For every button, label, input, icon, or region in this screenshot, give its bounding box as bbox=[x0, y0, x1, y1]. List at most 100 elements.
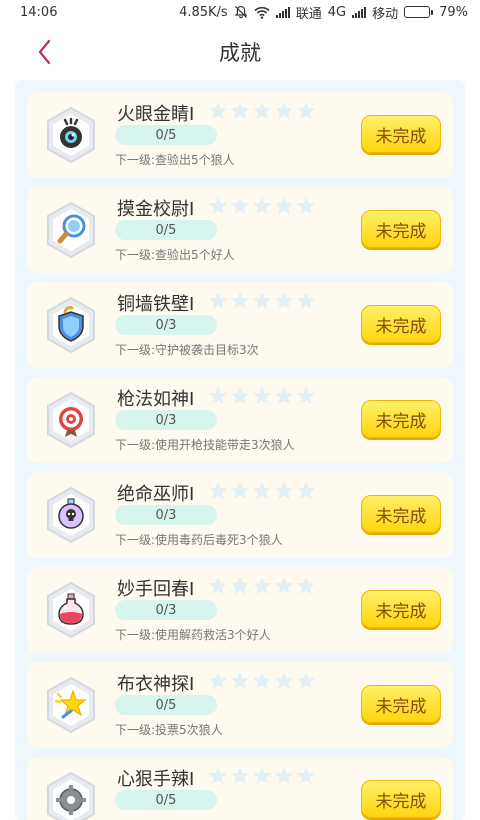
progress-pill: 0/5 bbox=[115, 125, 217, 145]
achievement-badge bbox=[41, 485, 101, 545]
carrier-2: 移动 bbox=[372, 6, 399, 22]
star-icon bbox=[275, 672, 293, 689]
star-icon bbox=[209, 577, 227, 594]
status-button[interactable]: 未完成 bbox=[361, 305, 441, 343]
achievement-badge bbox=[41, 200, 101, 260]
achievement-badge bbox=[41, 770, 101, 820]
star-icon bbox=[253, 577, 271, 594]
next-level-text: 下一级:使用毒药后毒死3个狼人 bbox=[115, 533, 283, 547]
star-icon bbox=[297, 292, 315, 309]
progress-pill: 0/5 bbox=[115, 695, 217, 715]
battery-percent: 79% bbox=[439, 4, 468, 20]
star-icon bbox=[231, 767, 249, 784]
star-rating bbox=[208, 576, 316, 596]
achievement-card[interactable]: 摸金校尉I 0/5 下一级:查验出5个好人 未完成 bbox=[27, 187, 453, 273]
star-icon bbox=[297, 197, 315, 214]
star-rating bbox=[208, 671, 316, 691]
wifi-icon bbox=[254, 6, 270, 19]
back-button[interactable] bbox=[30, 36, 62, 68]
achievement-name: 火眼金睛I bbox=[117, 104, 195, 125]
star-icon bbox=[231, 482, 249, 499]
achievement-name: 绝命巫师I bbox=[117, 484, 195, 505]
achievement-card[interactable]: 心狠手辣I 0/5 未完成 bbox=[27, 757, 453, 820]
network-type: 4G bbox=[327, 4, 347, 20]
star-rating bbox=[208, 196, 316, 216]
potion-bottle-icon bbox=[47, 581, 95, 639]
carrier-1: 联通 bbox=[295, 6, 322, 22]
achievement-card[interactable]: 绝命巫师I 0/3 下一级:使用毒药后毒死3个狼人 未完成 bbox=[27, 472, 453, 558]
page-title: 成就 bbox=[219, 41, 261, 65]
star-icon bbox=[275, 292, 293, 309]
achievement-card[interactable]: 枪法如神I 0/3 下一级:使用开枪技能带走3次狼人 未完成 bbox=[27, 377, 453, 463]
next-level-text: 下一级:使用解药救活3个好人 bbox=[115, 628, 271, 642]
star-icon bbox=[209, 102, 227, 119]
achievement-name: 妙手回春I bbox=[117, 579, 195, 600]
star-icon bbox=[253, 672, 271, 689]
star-rating bbox=[208, 291, 316, 311]
next-level-text: 下一级:守护被袭击目标3次 bbox=[115, 343, 259, 357]
achievement-list[interactable]: 火眼金睛I 0/5 下一级:查验出5个狼人 未完成 摸金校尉I 0/5 下一级:… bbox=[15, 80, 465, 820]
star-icon bbox=[253, 767, 271, 784]
star-icon bbox=[297, 387, 315, 404]
status-button[interactable]: 未完成 bbox=[361, 685, 441, 723]
signal-icon bbox=[352, 6, 367, 18]
target-icon bbox=[47, 391, 95, 449]
star-rating bbox=[208, 101, 316, 121]
nav-bar: 成就 bbox=[0, 24, 480, 80]
star-icon bbox=[209, 292, 227, 309]
achievement-card[interactable]: 铜墙铁壁I 0/3 下一级:守护被袭击目标3次 未完成 bbox=[27, 282, 453, 368]
achievement-card[interactable]: 妙手回春I 0/3 下一级:使用解药救活3个好人 未完成 bbox=[27, 567, 453, 653]
eye-icon bbox=[47, 106, 95, 164]
star-icon bbox=[209, 482, 227, 499]
star-icon bbox=[253, 197, 271, 214]
achievement-card[interactable]: 布衣神探I 0/5 下一级:投票5次狼人 未完成 bbox=[27, 662, 453, 748]
star-icon bbox=[275, 482, 293, 499]
progress-pill: 0/3 bbox=[115, 315, 217, 335]
next-level-text: 下一级:查验出5个好人 bbox=[115, 248, 235, 262]
star-rating bbox=[208, 766, 316, 786]
achievement-badge bbox=[41, 580, 101, 640]
achievement-badge bbox=[41, 675, 101, 735]
star-icon bbox=[275, 102, 293, 119]
status-indicators: 4.85K/s 联通 4G 移动 79% bbox=[179, 3, 468, 22]
network-speed: 4.85K/s bbox=[179, 4, 228, 20]
achievement-badge bbox=[41, 390, 101, 450]
achievement-name: 心狠手辣I bbox=[117, 769, 195, 790]
progress-pill: 0/5 bbox=[115, 790, 217, 810]
status-button[interactable]: 未完成 bbox=[361, 400, 441, 438]
signal-icon bbox=[275, 6, 290, 18]
star-icon bbox=[297, 102, 315, 119]
status-button[interactable]: 未完成 bbox=[361, 780, 441, 818]
mute-bell-icon bbox=[234, 5, 248, 19]
star-rating bbox=[208, 386, 316, 406]
star-icon bbox=[209, 197, 227, 214]
achievement-badge bbox=[41, 295, 101, 355]
star-icon bbox=[253, 482, 271, 499]
star-icon bbox=[253, 102, 271, 119]
progress-pill: 0/3 bbox=[115, 600, 217, 620]
achievement-card[interactable]: 火眼金睛I 0/5 下一级:查验出5个狼人 未完成 bbox=[27, 92, 453, 178]
achievement-name: 布衣神探I bbox=[117, 674, 195, 695]
star-icon bbox=[231, 387, 249, 404]
battery-icon bbox=[404, 6, 434, 18]
status-button[interactable]: 未完成 bbox=[361, 590, 441, 628]
star-icon bbox=[209, 672, 227, 689]
star-rating bbox=[208, 481, 316, 501]
next-level-text: 下一级:查验出5个狼人 bbox=[115, 153, 235, 167]
magnifier-icon bbox=[47, 201, 95, 259]
achievement-name: 摸金校尉I bbox=[117, 199, 195, 220]
star-icon bbox=[47, 676, 95, 734]
back-arrow-icon bbox=[38, 39, 51, 65]
status-button[interactable]: 未完成 bbox=[361, 210, 441, 248]
status-button[interactable]: 未完成 bbox=[361, 115, 441, 153]
star-icon bbox=[275, 387, 293, 404]
star-icon bbox=[275, 197, 293, 214]
status-button[interactable]: 未完成 bbox=[361, 495, 441, 533]
achievement-badge bbox=[41, 105, 101, 165]
star-icon bbox=[231, 577, 249, 594]
status-time: 14:06 bbox=[20, 4, 58, 20]
shield-icon bbox=[47, 296, 95, 354]
poison-bottle-icon bbox=[47, 486, 95, 544]
star-icon bbox=[231, 197, 249, 214]
next-level-text: 下一级:投票5次狼人 bbox=[115, 723, 223, 737]
